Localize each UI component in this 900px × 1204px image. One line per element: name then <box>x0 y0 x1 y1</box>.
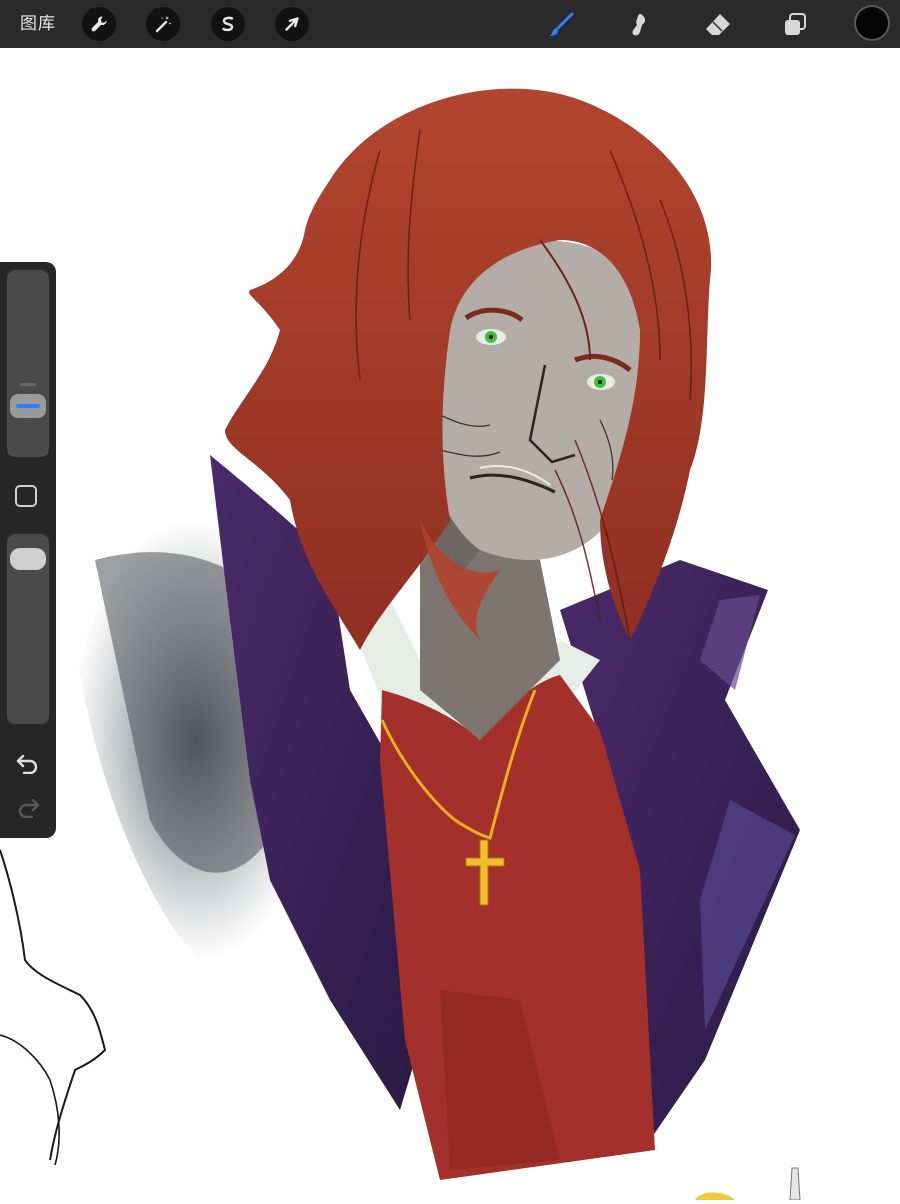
gallery-button[interactable]: 图库 <box>20 12 56 36</box>
brush-size-thumb[interactable] <box>10 382 46 418</box>
brush-sidebar <box>0 262 56 838</box>
undo-icon[interactable] <box>12 750 44 776</box>
size-thumb-indicator <box>16 403 40 408</box>
magic-wand-icon[interactable] <box>146 7 180 41</box>
brush-opacity-slider[interactable] <box>7 534 49 724</box>
brush-size-slider[interactable] <box>7 270 49 457</box>
selection-s-icon[interactable] <box>211 7 245 41</box>
smudge-icon[interactable] <box>623 9 655 41</box>
drawing-canvas[interactable] <box>0 48 900 1201</box>
artwork-illustration <box>0 88 801 1201</box>
color-picker-swatch[interactable] <box>856 7 888 39</box>
transform-arrow-icon[interactable] <box>275 7 309 41</box>
size-thumb-tick <box>20 382 36 386</box>
wrench-icon[interactable] <box>82 7 116 41</box>
top-toolbar: 图库 <box>0 0 900 48</box>
brush-opacity-thumb[interactable] <box>10 547 46 570</box>
layers-icon[interactable] <box>779 9 811 41</box>
brush-icon[interactable] <box>545 9 577 41</box>
modify-button[interactable] <box>14 484 38 508</box>
redo-icon[interactable] <box>12 794 44 820</box>
eraser-icon[interactable] <box>702 9 734 41</box>
